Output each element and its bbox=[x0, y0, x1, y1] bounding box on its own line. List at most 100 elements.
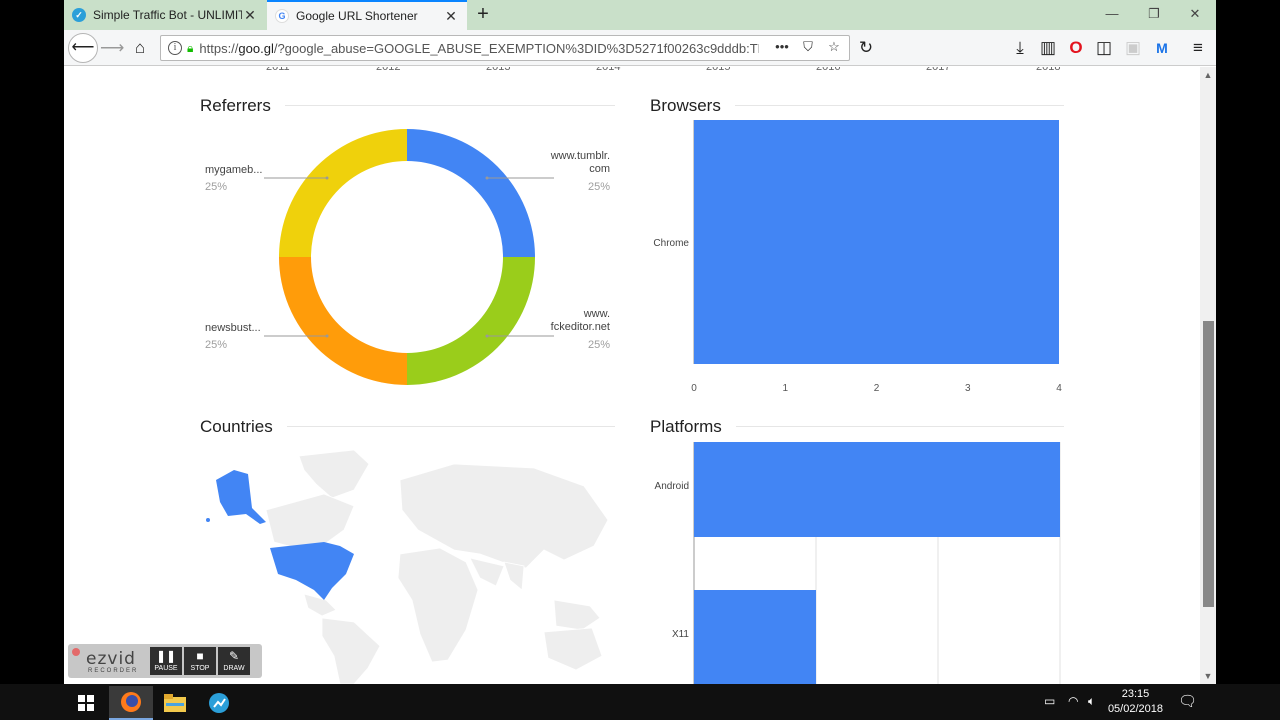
central-america-shape bbox=[303, 593, 337, 617]
timeline-tick: 2012 bbox=[376, 67, 401, 73]
scroll-up-arrow-icon[interactable]: ▲ bbox=[1203, 70, 1213, 80]
clock-date: 05/02/2018 bbox=[1107, 703, 1163, 715]
firefox-icon bbox=[121, 692, 141, 712]
pen-icon: ✎ bbox=[228, 649, 240, 663]
browser-window: ✓ Simple Traffic Bot - UNLIMITED ✕ G Goo… bbox=[64, 0, 1216, 684]
new-tab-button[interactable]: + bbox=[472, 4, 494, 26]
lock-icon[interactable]: 🔒︎ bbox=[187, 41, 193, 56]
traffic-bot-favicon-icon: ✓ bbox=[72, 8, 86, 22]
referrer-label-mygameb: mygameb... bbox=[205, 164, 263, 176]
address-bar[interactable]: i 🔒︎ https://goo.gl/?google_abuse=GOOGLE… bbox=[160, 35, 850, 61]
donut-leader-dot bbox=[325, 334, 329, 338]
category-label: X11 bbox=[672, 629, 689, 640]
desktop: ✓ Simple Traffic Bot - UNLIMITED ✕ G Goo… bbox=[0, 0, 1280, 720]
tab-title: Google URL Shortener bbox=[296, 9, 418, 23]
reload-button[interactable]: ↻ bbox=[854, 36, 878, 60]
screenshot-icon[interactable]: ▣ bbox=[1121, 36, 1145, 60]
info-icon[interactable]: i bbox=[168, 41, 182, 55]
ezvid-draw-label: DRAW bbox=[223, 665, 245, 672]
start-button[interactable] bbox=[64, 686, 108, 720]
clock-time: 23:15 bbox=[1121, 688, 1150, 700]
ezvid-pause-button[interactable]: ❚❚ PAUSE bbox=[150, 647, 182, 675]
close-tab-icon[interactable]: ✕ bbox=[443, 8, 459, 25]
timeline-tick: 2011 bbox=[266, 67, 290, 73]
ezvid-logo: ezvid bbox=[86, 649, 136, 669]
australia-shape bbox=[543, 627, 603, 671]
page-content: 2011 2012 2013 2014 2015 2016 2017 2018 … bbox=[64, 67, 1200, 684]
donut-slice[interactable] bbox=[407, 129, 535, 257]
hawaii-shape bbox=[206, 518, 210, 522]
donut-leader-dot bbox=[485, 334, 489, 338]
platforms-bar-chart: Android X11 bbox=[655, 442, 1061, 684]
ezvid-recorder-widget: ezvid RECORDER ❚❚ PAUSE ■ STOP ✎ DRAW bbox=[68, 644, 262, 678]
home-button[interactable]: ⌂ bbox=[128, 36, 152, 60]
close-tab-icon[interactable]: ✕ bbox=[242, 7, 258, 24]
menu-icon[interactable]: ≡ bbox=[1186, 36, 1210, 60]
downloads-icon[interactable]: ⤓ bbox=[1008, 36, 1032, 60]
ezvid-draw-button[interactable]: ✎ DRAW bbox=[218, 647, 250, 675]
taskbar-firefox[interactable] bbox=[109, 686, 153, 720]
minimize-button[interactable]: — bbox=[1102, 6, 1122, 24]
sidebar-icon[interactable]: ◫ bbox=[1092, 36, 1116, 60]
volume-icon[interactable]: 🔈︎ bbox=[1088, 694, 1095, 709]
referrer-label-fckeditor: www. fckeditor.net bbox=[530, 308, 610, 334]
referrer-pct: 25% bbox=[587, 339, 610, 351]
donut-slice[interactable] bbox=[407, 257, 535, 385]
forward-button[interactable]: ⟶ bbox=[100, 36, 124, 60]
referrer-pct: 25% bbox=[205, 339, 228, 351]
restore-button[interactable]: ❐ bbox=[1144, 6, 1164, 24]
ezvid-sub: RECORDER bbox=[88, 668, 139, 674]
referrers-title: Referrers bbox=[200, 96, 285, 116]
system-clock[interactable]: 23:15 05/02/2018 bbox=[1108, 687, 1163, 717]
donut-leader-dot bbox=[485, 176, 489, 180]
scroll-down-arrow-icon[interactable]: ▼ bbox=[1203, 671, 1213, 681]
browsers-title: Browsers bbox=[650, 96, 735, 116]
taskbar-traffic-bot[interactable] bbox=[197, 686, 241, 720]
scrollbar-thumb[interactable] bbox=[1203, 321, 1214, 607]
page-actions-icon[interactable]: ••• bbox=[773, 39, 791, 57]
gmail-icon[interactable]: M bbox=[1150, 36, 1174, 60]
traffic-bot-icon bbox=[209, 693, 229, 713]
url-rest: /?google_abuse=GOOGLE_ABUSE_EXEMPTION%3D… bbox=[273, 40, 760, 56]
indonesia-shape bbox=[553, 599, 601, 631]
wifi-icon[interactable]: ◠ bbox=[1068, 694, 1078, 708]
tab-title: Simple Traffic Bot - UNLIMITED bbox=[93, 8, 242, 22]
pause-icon: ❚❚ bbox=[155, 649, 177, 663]
browser-bar[interactable] bbox=[694, 120, 1059, 364]
ezvid-stop-button[interactable]: ■ STOP bbox=[184, 647, 216, 675]
countries-world-map bbox=[206, 450, 609, 684]
platforms-title: Platforms bbox=[650, 417, 736, 437]
middle-east-shape bbox=[469, 557, 505, 587]
opera-icon[interactable]: O bbox=[1064, 36, 1088, 60]
folder-icon bbox=[164, 694, 186, 712]
tab-simple-traffic-bot[interactable]: ✓ Simple Traffic Bot - UNLIMITED ✕ bbox=[64, 0, 266, 30]
url-text: https://goo.gl/?google_abuse=GOOGLE_ABUS… bbox=[199, 41, 759, 56]
browsers-bar-chart: Chrome 0 1 2 3 4 bbox=[653, 120, 1062, 394]
referrer-label-tumblr: www.tumblr. com bbox=[550, 150, 610, 176]
referrer-label-line: www.tumblr. bbox=[550, 150, 610, 162]
library-icon[interactable]: ▥ bbox=[1036, 36, 1060, 60]
countries-title: Countries bbox=[200, 417, 287, 437]
pocket-icon[interactable]: ⛉ bbox=[799, 39, 817, 57]
action-center-icon[interactable]: 🗨︎ bbox=[1178, 692, 1197, 710]
page-scrollbar[interactable]: ▲ ▼ bbox=[1200, 67, 1216, 684]
close-window-button[interactable]: ✕ bbox=[1185, 6, 1205, 24]
referrer-label-line: fckeditor.net bbox=[550, 321, 610, 333]
ezvid-stop-label: STOP bbox=[190, 665, 210, 672]
battery-icon[interactable]: ▭ bbox=[1044, 694, 1055, 708]
google-favicon-icon: G bbox=[275, 9, 289, 23]
back-button[interactable]: ⟵ bbox=[68, 33, 98, 63]
platform-bar[interactable] bbox=[694, 590, 816, 684]
platform-bar[interactable] bbox=[694, 442, 1060, 537]
category-label: Chrome bbox=[653, 238, 689, 249]
record-indicator-icon bbox=[72, 648, 80, 656]
x-tick-label: 1 bbox=[782, 383, 788, 394]
donut-slice[interactable] bbox=[279, 129, 407, 257]
donut-slice[interactable] bbox=[279, 257, 407, 385]
url-host: goo.gl bbox=[238, 40, 274, 56]
tab-bar: ✓ Simple Traffic Bot - UNLIMITED ✕ G Goo… bbox=[64, 0, 1216, 30]
bookmark-star-icon[interactable]: ☆ bbox=[825, 39, 843, 57]
taskbar-file-explorer[interactable] bbox=[153, 686, 197, 720]
tab-google-url-shortener[interactable]: G Google URL Shortener ✕ bbox=[267, 0, 467, 30]
timeline-tick: 2018 bbox=[1036, 67, 1061, 73]
